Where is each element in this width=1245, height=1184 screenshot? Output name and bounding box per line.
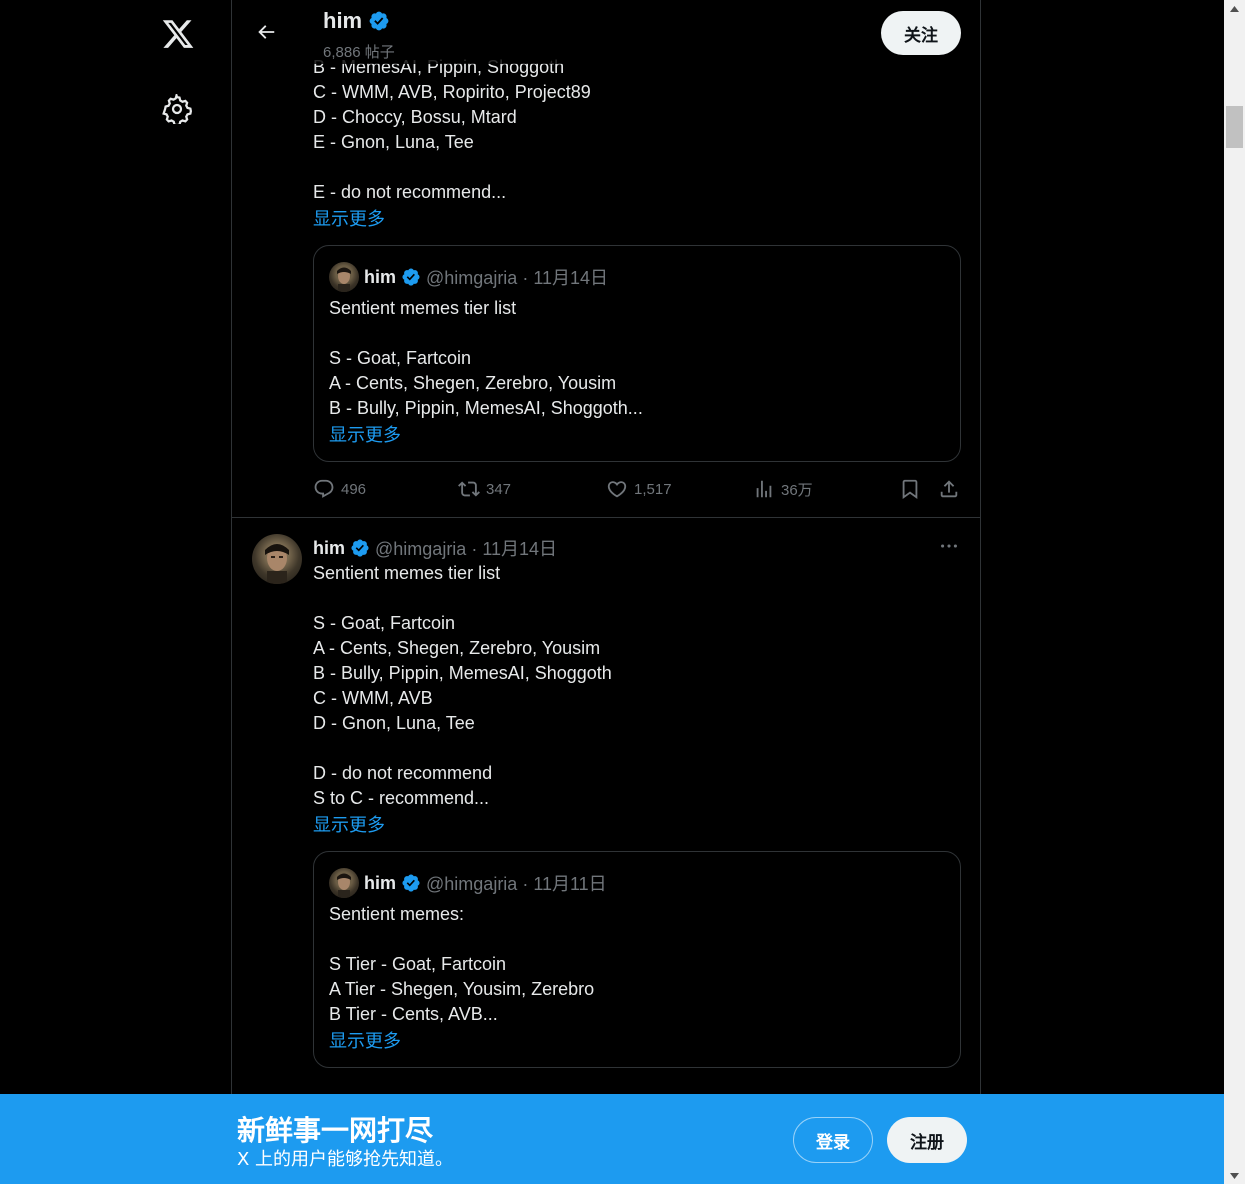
- reply-button[interactable]: 496: [313, 478, 366, 500]
- avatar[interactable]: [329, 262, 359, 292]
- divider: [232, 517, 980, 518]
- quoted-tweet[interactable]: him @himgajria · 11月14日 Sentient memes t…: [313, 245, 961, 462]
- follow-button[interactable]: 关注: [881, 11, 961, 55]
- show-more-link[interactable]: 显示更多: [313, 811, 385, 837]
- scroll-down-arrow-icon[interactable]: [1224, 1167, 1245, 1184]
- tweet-handle-date: @himgajria · 11月14日: [375, 539, 558, 559]
- signup-banner: 新鲜事一网打尽 X 上的用户能够抢先知道。 登录 注册: [0, 1094, 1224, 1184]
- tweet-text: B - MemesAI, Pippin, Shoggoth C - WMM, A…: [313, 57, 591, 202]
- profile-name-text: him: [323, 8, 363, 33]
- views-count: 36万: [781, 481, 813, 499]
- share-icon: [940, 480, 958, 498]
- back-arrow-icon[interactable]: [252, 18, 280, 46]
- show-more-link[interactable]: 显示更多: [329, 421, 401, 447]
- banner-subtitle: X 上的用户能够抢先知道。: [237, 1149, 454, 1170]
- left-nav: [140, 0, 212, 1184]
- scroll-up-arrow-icon[interactable]: [1224, 0, 1245, 17]
- like-icon: [607, 481, 627, 498]
- retweet-button[interactable]: 347: [458, 478, 511, 500]
- quote-header: him @himgajria · 11月14日: [329, 262, 608, 292]
- quote-handle-date: @himgajria · 11月14日: [426, 268, 609, 288]
- more-icon[interactable]: [935, 536, 963, 556]
- reply-count: 496: [341, 480, 367, 498]
- bookmark-icon: [902, 479, 918, 500]
- like-count: 1,517: [634, 480, 672, 498]
- views-icon: [756, 480, 772, 498]
- x-logo-icon[interactable]: [158, 14, 198, 54]
- bookmark-button[interactable]: [899, 478, 921, 500]
- share-button[interactable]: [938, 478, 960, 500]
- profile-name: him: [323, 8, 390, 34]
- quote-author-name[interactable]: him: [364, 873, 396, 894]
- like-button[interactable]: 1,517: [606, 478, 672, 500]
- retweet-icon: [458, 481, 480, 497]
- tweet-header: him @himgajria · 11月14日: [313, 535, 557, 561]
- tweet-text: Sentient memes tier list S - Goat, Fartc…: [313, 563, 612, 808]
- retweet-count: 347: [486, 480, 512, 498]
- quote-text: Sentient memes tier list S - Goat, Fartc…: [329, 298, 643, 418]
- gear-icon[interactable]: [160, 92, 194, 126]
- show-more-link[interactable]: 显示更多: [329, 1027, 401, 1053]
- login-button[interactable]: 登录: [793, 1117, 873, 1163]
- tweet-author-name[interactable]: him: [313, 538, 345, 559]
- quote-author-name[interactable]: him: [364, 267, 396, 288]
- avatar[interactable]: [252, 534, 302, 584]
- signup-button[interactable]: 注册: [887, 1117, 967, 1163]
- verified-icon: [402, 268, 420, 286]
- verified-icon: [351, 539, 369, 557]
- show-more-link[interactable]: 显示更多: [313, 205, 385, 231]
- quote-handle-date: @himgajria · 11月11日: [426, 874, 607, 894]
- quoted-tweet[interactable]: him @himgajria · 11月11日 Sentient memes: …: [313, 851, 961, 1068]
- banner-title: 新鲜事一网打尽: [237, 1114, 434, 1147]
- reply-icon: [314, 479, 334, 498]
- profile-header: him 6,886 帖子 关注: [232, 0, 980, 64]
- quote-text: Sentient memes: S Tier - Goat, Fartcoin …: [329, 904, 595, 1024]
- scrollbar-thumb[interactable]: [1226, 106, 1243, 148]
- posts-count: 6,886 帖子: [323, 44, 395, 61]
- verified-icon: [369, 11, 389, 31]
- verified-icon: [402, 874, 420, 892]
- views-button[interactable]: 36万: [753, 478, 813, 500]
- avatar[interactable]: [329, 868, 359, 898]
- scrollbar[interactable]: [1224, 0, 1245, 1184]
- quote-header: him @himgajria · 11月11日: [329, 868, 607, 898]
- timeline-column: him 6,886 帖子 关注 B - MemesAI, Pippin, Sho…: [231, 0, 981, 1184]
- tweet-actions: 496 347 1,517 36万: [313, 478, 961, 508]
